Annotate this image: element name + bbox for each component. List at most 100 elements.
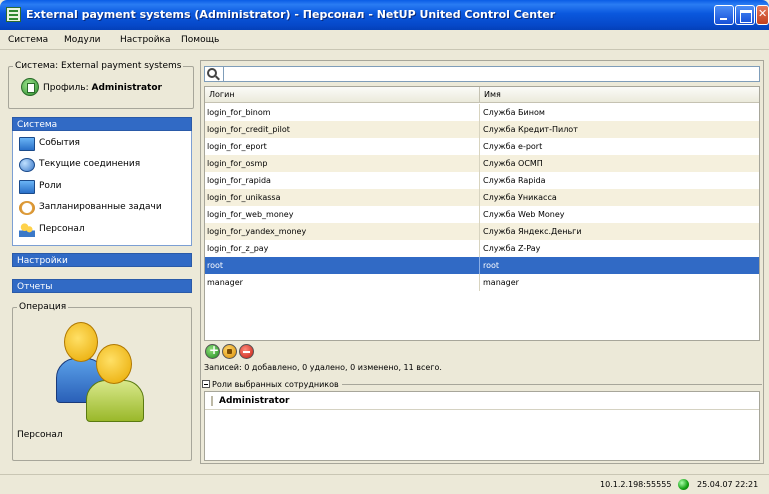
- nav-item-connections[interactable]: Текущие соединения: [19, 156, 189, 174]
- settings-section-header[interactable]: Настройки: [12, 253, 192, 267]
- table-header: Логин Имя: [205, 87, 759, 103]
- cell-name: Служба Z-Pay: [483, 244, 541, 253]
- cell-login: login_for_yandex_money: [207, 227, 307, 236]
- table-row[interactable]: login_for_rapida Служба Rapida: [205, 172, 759, 189]
- table-row[interactable]: login_for_eport Служба e-port: [205, 138, 759, 155]
- table-row[interactable]: login_for_z_pay Служба Z-Pay: [205, 240, 759, 257]
- profile-text: Профиль: Administrator: [43, 83, 162, 93]
- list-item[interactable]: Administrator: [205, 392, 759, 410]
- system-section-header[interactable]: Система: [12, 117, 192, 131]
- cell-name: Служба ОСМП: [483, 159, 543, 168]
- nav-item-roles[interactable]: Роли: [19, 178, 189, 196]
- search-box: [204, 66, 760, 82]
- role-label: Administrator: [219, 396, 290, 406]
- table-row[interactable]: login_for_binom Служба Бином: [205, 104, 759, 121]
- menu-settings[interactable]: Настройка: [120, 35, 171, 45]
- nav-label: Роли: [39, 181, 62, 191]
- edit-record-button[interactable]: [222, 344, 237, 359]
- search-icon[interactable]: [207, 68, 217, 78]
- connection-status-icon: [678, 479, 689, 490]
- cell-login: root: [207, 261, 224, 270]
- nav-item-scheduled-tasks[interactable]: Запланированные задачи: [19, 199, 189, 217]
- roles-legend-text: Роли выбранных сотрудников: [212, 380, 339, 389]
- cell-separator: [479, 274, 480, 291]
- cell-name: Служба Яндекс.Деньги: [483, 227, 582, 236]
- menu-bar: Система Модули Настройка Помощь: [0, 30, 769, 50]
- table-row[interactable]: manager manager: [205, 274, 759, 291]
- cell-separator: [479, 240, 480, 257]
- cell-separator: [479, 155, 480, 172]
- nav-item-events[interactable]: События: [19, 135, 189, 153]
- collapse-toggle-icon[interactable]: [202, 380, 210, 388]
- table-row[interactable]: login_for_yandex_money Служба Яндекс.День…: [205, 223, 759, 240]
- cell-separator: [479, 189, 480, 206]
- cell-login: login_for_binom: [207, 108, 271, 117]
- column-separator[interactable]: [479, 87, 480, 103]
- maximize-button[interactable]: [735, 5, 755, 25]
- table-row[interactable]: login_for_credit_pilot Служба Кредит-Пило…: [205, 121, 759, 138]
- cell-login: login_for_unikassa: [207, 193, 281, 202]
- minimize-button[interactable]: [714, 5, 734, 25]
- cell-separator: [479, 206, 480, 223]
- row-handle: [211, 396, 213, 406]
- system-section: Система События Текущие соединения Роли …: [12, 117, 192, 246]
- server-address: 10.1.2.198:55555: [600, 480, 672, 489]
- cell-login: login_for_eport: [207, 142, 267, 151]
- cell-login: login_for_credit_pilot: [207, 125, 290, 134]
- cell-name: Служба Rapida: [483, 176, 546, 185]
- add-record-button[interactable]: [205, 343, 220, 359]
- cell-name: manager: [483, 278, 519, 287]
- menu-help[interactable]: Помощь: [181, 35, 219, 45]
- profile-icon: [21, 78, 39, 96]
- cell-separator: [479, 104, 480, 121]
- reports-section-header[interactable]: Отчеты: [12, 279, 192, 293]
- column-header-name[interactable]: Имя: [484, 90, 501, 99]
- cell-separator: [479, 172, 480, 189]
- personnel-table: Логин Имя login_for_binom Служба Бином log…: [204, 86, 760, 341]
- cell-login: login_for_z_pay: [207, 244, 269, 253]
- nav-label: Персонал: [39, 224, 85, 234]
- search-input[interactable]: [223, 67, 759, 81]
- people-icon: [19, 223, 35, 237]
- cell-name: Служба Бином: [483, 108, 545, 117]
- status-bar: 10.1.2.198:55555 25.04.07 22:21: [0, 474, 769, 494]
- globe-icon: [19, 158, 35, 172]
- operation-legend: Операция: [17, 302, 69, 312]
- nav-label: События: [39, 138, 80, 148]
- app-icon[interactable]: [6, 7, 21, 22]
- person-front-head: [96, 344, 132, 384]
- title-bar[interactable]: External payment systems (Administrator)…: [0, 0, 769, 30]
- cell-separator: [479, 223, 480, 240]
- menu-system[interactable]: Система: [8, 35, 48, 45]
- roles-legend: Роли выбранных сотрудников: [202, 380, 342, 389]
- nav-label: Текущие соединения: [39, 159, 141, 169]
- system-fieldset: Система: External payment systems Профил…: [8, 61, 194, 109]
- nav-item-personnel[interactable]: Персонал: [19, 221, 189, 239]
- column-header-login[interactable]: Логин: [209, 90, 235, 99]
- table-row[interactable]: login_for_web_money Служба Web Money: [205, 206, 759, 223]
- table-row[interactable]: login_for_osmp Служба ОСМП: [205, 155, 759, 172]
- personnel-illustration: [52, 318, 157, 423]
- delete-record-button[interactable]: [239, 344, 254, 359]
- cell-separator: [479, 138, 480, 155]
- status-datetime: 25.04.07 22:21: [697, 480, 759, 489]
- table-row[interactable]: root root: [205, 257, 759, 274]
- cell-separator: [479, 121, 480, 138]
- nav-label: Запланированные задачи: [39, 202, 162, 212]
- table-row[interactable]: login_for_unikassa Служба Уникасса: [205, 189, 759, 206]
- menu-modules[interactable]: Модули: [64, 35, 100, 45]
- cell-name: Служба e-port: [483, 142, 543, 151]
- cell-login: login_for_rapida: [207, 176, 271, 185]
- close-button[interactable]: [756, 5, 769, 25]
- system-legend: Система: External payment systems: [13, 61, 184, 71]
- clock-icon: [19, 201, 35, 215]
- window-title: External payment systems (Administrator)…: [26, 8, 556, 21]
- profile-value: Administrator: [91, 83, 162, 93]
- roles-list: Administrator: [204, 391, 760, 461]
- profile-label: Профиль:: [43, 83, 89, 93]
- cell-login: login_for_osmp: [207, 159, 268, 168]
- person-back-head: [64, 322, 98, 362]
- cell-name: Служба Уникасса: [483, 193, 557, 202]
- monitor-icon: [19, 180, 35, 194]
- person-front-body: [86, 380, 144, 422]
